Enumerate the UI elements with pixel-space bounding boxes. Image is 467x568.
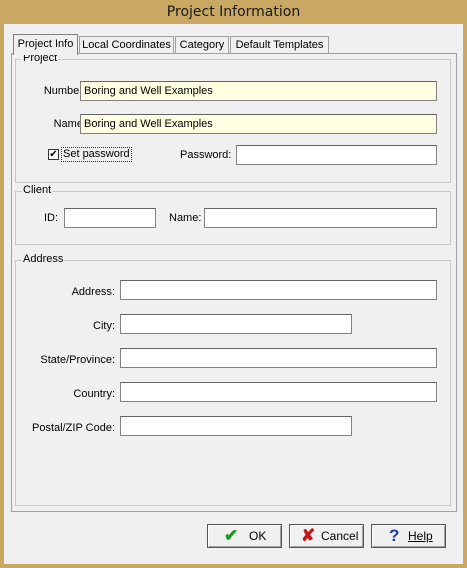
tab-category[interactable]: Category (175, 36, 229, 53)
address-label: Address: (71, 286, 115, 298)
dialog-body: Project Info Local Coordinates Category … (4, 24, 463, 564)
postal-zip-field[interactable] (120, 416, 352, 436)
project-information-dialog: Project Information Project Info Local C… (0, 0, 467, 568)
client-id-field[interactable] (64, 208, 156, 228)
state-province-label: State/Province: (40, 354, 115, 366)
address-group-label: Address (22, 253, 65, 265)
tab-default-templates[interactable]: Default Templates (230, 36, 329, 53)
project-info-panel: Project Number: Boring and Well Examples… (11, 52, 457, 512)
country-field[interactable] (120, 382, 437, 402)
checkmark-icon: ✔ (224, 526, 239, 545)
postal-zip-label: Postal/ZIP Code: (32, 422, 115, 434)
address-field[interactable] (120, 280, 437, 300)
question-icon: ? (389, 526, 400, 545)
project-group: Project Number: Boring and Well Examples… (15, 52, 451, 183)
ok-button-label: OK (249, 529, 267, 543)
client-name-field[interactable] (204, 208, 437, 228)
cancel-button-label: Cancel (321, 529, 359, 543)
tab-local-coordinates[interactable]: Local Coordinates (79, 36, 174, 53)
city-field[interactable] (120, 314, 352, 334)
window-title: Project Information (166, 4, 301, 20)
help-button-label: Help (408, 529, 433, 543)
password-label: Password: (180, 149, 232, 161)
city-label: City: (93, 320, 115, 332)
address-group: Address Address: City: State/Province: C… (15, 253, 451, 506)
client-name-label: Name: (169, 212, 202, 224)
project-name-field[interactable]: Boring and Well Examples (80, 114, 437, 134)
password-field[interactable] (236, 145, 437, 165)
number-field[interactable]: Boring and Well Examples (80, 81, 437, 101)
client-id-label: ID: (44, 212, 59, 224)
country-label: Country: (73, 388, 115, 400)
set-password-checkbox[interactable]: ✔ (48, 149, 59, 160)
ok-button[interactable]: ✔ OK (207, 524, 282, 548)
client-group-label: Client (22, 184, 53, 196)
checkmark-icon: ✔ (49, 149, 58, 160)
cancel-button[interactable]: ✘ Cancel (289, 524, 364, 548)
client-group: Client ID: Name: (15, 184, 451, 245)
help-button[interactable]: ? Help (371, 524, 446, 548)
x-icon: ✘ (301, 526, 316, 545)
state-province-field[interactable] (120, 348, 437, 368)
tab-project-info[interactable]: Project Info (13, 34, 78, 55)
set-password-label[interactable]: Set password (61, 147, 132, 162)
